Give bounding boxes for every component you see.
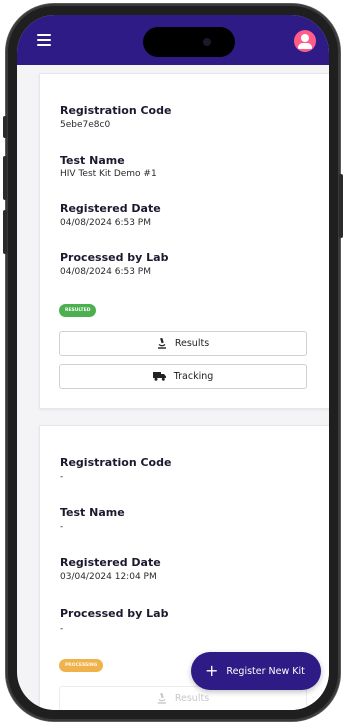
processed-by-lab-label: Processed by Lab [60,607,169,620]
plus-icon: + [205,661,219,680]
registration-code-label: Registration Code [60,456,172,469]
registered-date-value: 03/04/2024 12:04 PM [60,572,157,582]
truck-icon [152,372,166,381]
processed-by-lab-value: 04/08/2024 6:53 PM [60,267,151,277]
power-button [339,174,343,238]
registered-date-label: Registered Date [60,556,161,569]
tracking-label: Tracking [173,371,214,382]
mute-switch [3,116,7,138]
test-name-label: Test Name [60,506,125,519]
test-name-label: Test Name [60,154,125,167]
test-name-value: - [60,522,64,532]
processed-by-lab-value: - [60,624,64,634]
processed-by-lab-label: Processed by Lab [60,251,169,264]
app-header [17,15,329,65]
register-new-kit-label: Register New Kit [226,665,305,677]
tracking-button[interactable]: Tracking [59,364,307,389]
phone-frame: Registration Code 5ebe7e8c0 Test Name HI… [3,4,343,721]
volume-up-button [3,156,7,200]
registration-code-label: Registration Code [60,104,172,117]
results-label: Results [174,693,210,704]
test-name-value: HIV Test Kit Demo #1 [60,169,157,179]
registration-code-value: 5ebe7e8c0 [60,120,111,130]
results-label: Results [174,338,210,349]
hamburger-menu-icon[interactable] [37,34,51,46]
status-badge: PROCESSING [59,659,104,672]
register-new-kit-button[interactable]: + Register New Kit [191,652,321,690]
dynamic-island [143,27,235,57]
volume-down-button [3,210,7,254]
microscope-icon [157,693,166,704]
microscope-icon [157,338,166,349]
kit-card: Registration Code 5ebe7e8c0 Test Name HI… [39,73,329,409]
registration-code-value: - [60,472,64,482]
app-screen: Registration Code 5ebe7e8c0 Test Name HI… [17,15,329,710]
registered-date-label: Registered Date [60,202,161,215]
user-avatar-icon[interactable] [294,30,316,52]
registered-date-value: 04/08/2024 6:53 PM [60,218,151,228]
status-badge: RESULTED [59,304,97,317]
results-button[interactable]: Results [59,331,307,356]
